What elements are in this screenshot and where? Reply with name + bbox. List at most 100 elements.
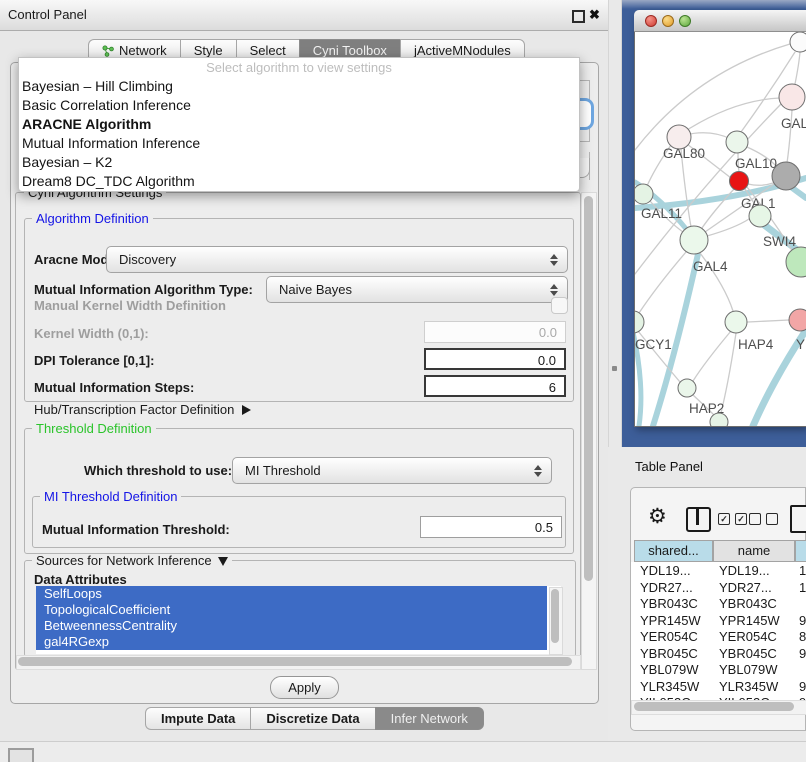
table-cell: 8. xyxy=(799,628,806,645)
network-window-titlebar[interactable] xyxy=(634,10,806,32)
attr-list-vscrollbar-thumb[interactable] xyxy=(551,589,559,643)
network-canvas[interactable]: GALGAL80GAL10GAL1GAL11SWI4GAL4GCY1HAP4YH… xyxy=(635,32,806,426)
table-row[interactable]: YDL19...YDL19...13 xyxy=(631,562,806,579)
network-edge[interactable] xyxy=(687,98,780,130)
algorithm-option[interactable]: Bayesian – Hill Climbing xyxy=(19,77,579,96)
kernel-width-field[interactable]: 0.0 xyxy=(424,321,566,343)
network-edge[interactable] xyxy=(748,183,773,185)
table-cell: YBR043C xyxy=(719,595,777,612)
gear-icon[interactable]: ⚙ xyxy=(648,504,667,529)
data-attribute-item-selected[interactable]: gal4RGexp xyxy=(36,634,547,650)
table-cell: YLR345W xyxy=(719,678,778,695)
network-icon xyxy=(102,45,114,57)
algorithm-option[interactable]: Basic Correlation Inference xyxy=(19,96,579,115)
network-edge[interactable] xyxy=(685,133,731,139)
network-node-hap2[interactable] xyxy=(678,379,696,397)
mi-threshold-field[interactable]: 0.5 xyxy=(420,516,562,538)
float-window-icon[interactable] xyxy=(572,10,585,23)
table-row[interactable]: YBR045CYBR045C9. xyxy=(631,645,806,662)
network-edge[interactable] xyxy=(707,219,749,236)
aracne-mode-combobox[interactable]: Discovery xyxy=(106,246,568,273)
table-cell: YLR345W xyxy=(640,678,699,695)
network-node-label: GAL10 xyxy=(735,156,777,171)
network-edge[interactable] xyxy=(693,331,731,381)
network-node-y[interactable] xyxy=(789,309,806,331)
table-header-partial[interactable] xyxy=(795,540,806,562)
mi-type-combobox[interactable]: Naive Bayes xyxy=(266,276,568,303)
table-cell: YPR145W xyxy=(640,612,701,629)
network-edge[interactable] xyxy=(748,320,789,322)
algorithm-option[interactable]: Bayesian – K2 xyxy=(19,153,579,172)
tab-infer-network[interactable]: Infer Network xyxy=(375,707,484,730)
tab-impute-data[interactable]: Impute Data xyxy=(145,707,250,730)
table-row[interactable]: YLR345W YLR345W 9. xyxy=(631,678,806,695)
table-header-name[interactable]: name xyxy=(713,540,795,562)
network-node-swi4[interactable] xyxy=(749,205,771,227)
close-traffic-light-icon[interactable] xyxy=(645,15,657,27)
mi-steps-field[interactable]: 6 xyxy=(424,375,566,397)
aracne-mode-value: Discovery xyxy=(107,252,549,267)
hidden-groupbox-border xyxy=(580,141,589,142)
table-row[interactable]: YER054CYER054C8. xyxy=(631,628,806,645)
table-hscrollbar-thumb[interactable] xyxy=(634,702,794,711)
data-attribute-item-selected[interactable]: BetweennessCentrality xyxy=(36,618,547,634)
settings-vscrollbar-thumb[interactable] xyxy=(584,196,593,581)
zoom-traffic-light-icon[interactable] xyxy=(679,15,691,27)
table-header-shared-[interactable]: shared... xyxy=(634,540,713,562)
algorithm-definition-label: Algorithm Definition xyxy=(32,212,153,225)
network-node-hap4[interactable] xyxy=(725,311,747,333)
settings-hscrollbar-thumb[interactable] xyxy=(18,657,572,666)
manual-kernel-checkbox[interactable] xyxy=(551,297,568,314)
minimized-panel-icon[interactable] xyxy=(8,748,34,762)
data-attribute-item-selected[interactable]: TopologicalCoefficient xyxy=(36,602,547,618)
network-node-gal10[interactable] xyxy=(726,131,748,153)
new-table-icon[interactable] xyxy=(790,505,806,533)
network-node[interactable] xyxy=(786,247,806,277)
table-cell: 9. xyxy=(799,678,806,695)
network-edge[interactable] xyxy=(639,252,686,313)
algorithm-option[interactable]: Mutual Information Inference xyxy=(19,134,579,153)
unselect-all-columns-icon[interactable] xyxy=(749,513,778,525)
combo-spinner-icon xyxy=(549,254,559,266)
network-edge[interactable] xyxy=(635,44,790,150)
network-edge[interactable] xyxy=(795,52,800,84)
hub-definition-row[interactable]: Hub/Transcription Factor Definition xyxy=(34,402,251,417)
network-node-gal[interactable] xyxy=(779,84,805,110)
combo-spinner-icon xyxy=(549,284,559,296)
apply-button[interactable]: Apply xyxy=(270,676,339,699)
network-node-gcy1[interactable] xyxy=(635,311,644,333)
data-attribute-item-selected[interactable]: SelfLoops xyxy=(36,586,547,602)
algorithm-option[interactable]: ARACNE Algorithm xyxy=(19,115,579,134)
mi-type-value: Naive Bayes xyxy=(267,282,549,297)
network-node-gal4[interactable] xyxy=(680,226,708,254)
table-row[interactable]: YPR145WYPR145W9. xyxy=(631,612,806,629)
sources-group-label[interactable]: Sources for Network Inference xyxy=(32,554,232,567)
minimize-traffic-light-icon[interactable] xyxy=(662,15,674,27)
tab-discretize-data[interactable]: Discretize Data xyxy=(250,707,374,730)
which-threshold-value: MI Threshold xyxy=(233,463,533,478)
network-node[interactable] xyxy=(790,32,806,52)
algorithm-option[interactable]: Dream8 DC_TDC Algorithm xyxy=(19,172,579,191)
expanded-arrow-icon[interactable] xyxy=(218,557,228,566)
close-icon[interactable]: ✖ xyxy=(589,7,600,23)
columns-icon[interactable] xyxy=(686,507,711,532)
network-node-gal11[interactable] xyxy=(635,184,653,204)
select-all-columns-icon[interactable]: ✓ ✓ xyxy=(718,513,747,525)
table-row[interactable]: YBL079WYBL079W xyxy=(631,661,806,678)
data-attributes-list[interactable]: SelfLoopsTopologicalCoefficientBetweenne… xyxy=(36,586,561,654)
algorithm-dropdown-placeholder: Select algorithm to view settings xyxy=(19,58,579,77)
table-cell: YBR045C xyxy=(719,645,777,662)
network-node[interactable] xyxy=(772,162,800,190)
table-row[interactable]: YBR043CYBR043C xyxy=(631,595,806,612)
network-node-label: GCY1 xyxy=(635,337,672,352)
table-row[interactable]: YDR27...YDR27...12 xyxy=(631,579,806,596)
divider-handle-icon[interactable] xyxy=(612,366,617,371)
network-node-gal1[interactable] xyxy=(730,172,749,191)
dpi-tolerance-field[interactable]: 0.0 xyxy=(424,348,566,370)
network-node[interactable] xyxy=(710,413,728,426)
table-cell: 9. xyxy=(799,612,806,629)
collapsed-arrow-icon[interactable] xyxy=(242,405,251,415)
which-threshold-label: Which threshold to use: xyxy=(84,463,232,478)
network-edge[interactable] xyxy=(702,189,734,228)
which-threshold-combobox[interactable]: MI Threshold xyxy=(232,457,552,484)
